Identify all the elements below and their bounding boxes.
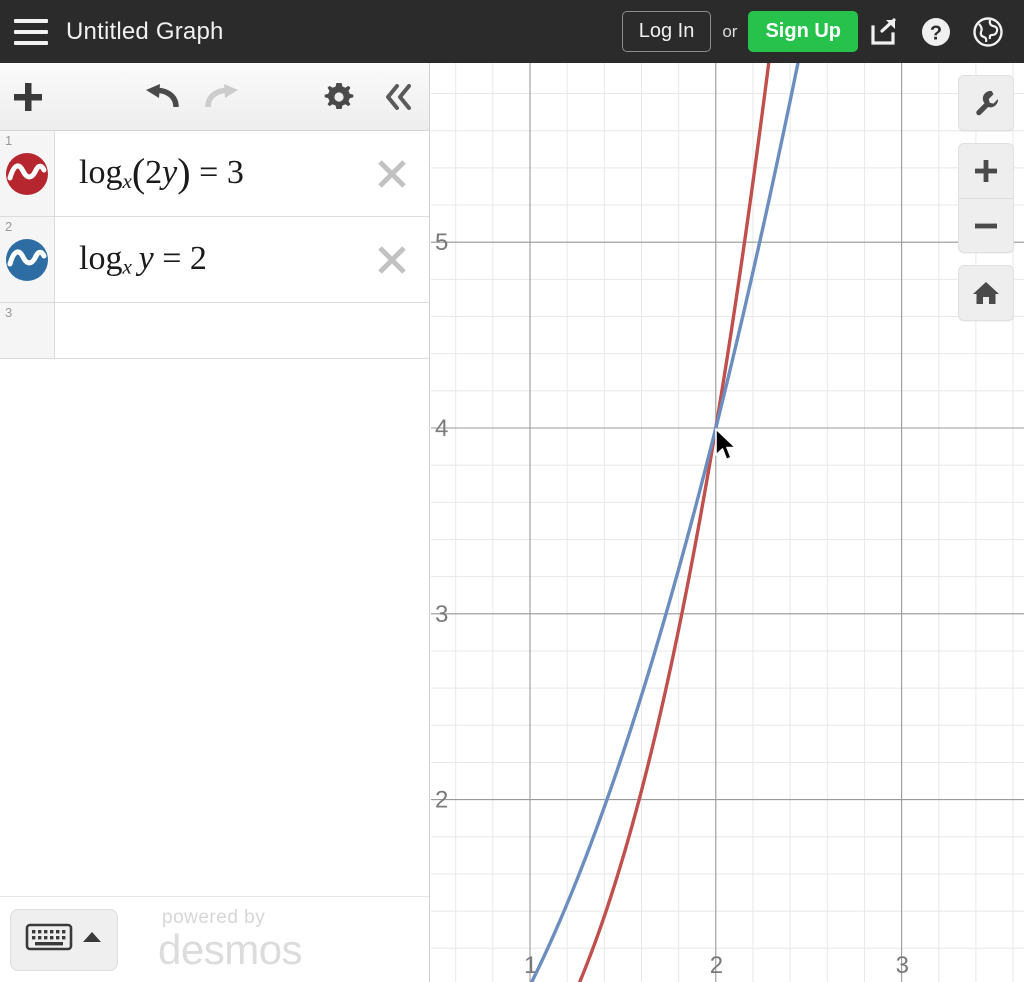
header-actions: Log In or Sign Up ? (621, 6, 1024, 58)
or-label: or (722, 21, 738, 41)
expression-sidebar: 1 logx(2y) = 3 2 logx y = 2 3 powered by… (0, 63, 430, 982)
zoom-in-button[interactable] (959, 144, 1013, 198)
help-icon[interactable]: ? (910, 6, 962, 58)
page-title: Untitled Graph (66, 17, 224, 45)
keyboard-icon (25, 921, 73, 958)
add-expression-button[interactable] (0, 63, 56, 131)
brand-name-label: desmos (158, 926, 303, 973)
expression-gutter-3: 3 (0, 303, 55, 358)
zoom-out-button[interactable] (959, 198, 1013, 252)
wrench-icon[interactable] (959, 76, 1013, 130)
expression-list: 1 logx(2y) = 3 2 logx y = 2 3 (0, 131, 429, 359)
desmos-calculator-app: Untitled Graph Log In or Sign Up ? 1 log… (0, 0, 1024, 982)
expression-index: 1 (5, 133, 13, 148)
y-axis-tick-label: 4 (435, 415, 448, 442)
y-axis-tick-label: 3 (435, 601, 448, 628)
home-control-group (958, 265, 1014, 321)
x-axis-tick-label: 2 (710, 952, 723, 979)
sidebar-footer: powered by desmos (0, 896, 429, 982)
toolbar-right-group (309, 63, 429, 131)
expression-index: 2 (5, 219, 13, 234)
expression-gutter-1: 1 (0, 131, 55, 216)
x-axis-tick-label: 3 (896, 952, 909, 979)
gear-icon[interactable] (309, 63, 369, 131)
expression-color-icon-2[interactable] (5, 238, 49, 282)
keypad-toggle-button[interactable] (10, 908, 118, 971)
home-icon[interactable] (959, 266, 1013, 320)
graph-curve-2 (529, 63, 800, 982)
y-axis-tick-label: 2 (435, 787, 448, 814)
zoom-controls-group (958, 143, 1014, 253)
expression-row-3[interactable]: 3 (0, 303, 429, 359)
login-button[interactable]: Log In (621, 11, 712, 52)
expression-input-3[interactable] (55, 303, 429, 358)
share-icon[interactable] (858, 6, 910, 58)
undo-arrow-icon[interactable] (132, 63, 192, 131)
expression-row-2[interactable]: 2 logx y = 2 (0, 217, 429, 303)
graph-canvas[interactable]: 2345123 (431, 63, 1024, 982)
graph-settings-group (958, 75, 1014, 131)
hamburger-menu-icon[interactable] (14, 18, 48, 45)
graph-plot: 23451 2 3 (431, 63, 1024, 982)
desmos-branding: powered by desmos (158, 907, 303, 973)
delete-expression-button-1[interactable] (375, 157, 409, 191)
expression-math-1: logx(2y) = 3 (79, 150, 244, 196)
brand-powered-label: powered by (162, 907, 266, 928)
svg-text:?: ? (930, 22, 942, 44)
globe-icon[interactable] (962, 6, 1014, 58)
expression-row-1[interactable]: 1 logx(2y) = 3 (0, 131, 429, 217)
app-header: Untitled Graph Log In or Sign Up ? (0, 0, 1024, 63)
expression-math-2: logx y = 2 (79, 239, 207, 279)
expression-gutter-2: 2 (0, 217, 55, 302)
graph-control-panel (958, 75, 1014, 333)
expression-input-2[interactable]: logx y = 2 (55, 217, 429, 302)
expression-index: 3 (5, 305, 13, 320)
signup-button[interactable]: Sign Up (748, 11, 858, 52)
expression-toolbar (0, 63, 429, 131)
graph-curve-1 (577, 63, 771, 982)
y-axis-tick-label: 5 (435, 229, 448, 256)
caret-up-icon (81, 930, 103, 949)
collapse-sidebar-button[interactable] (369, 63, 429, 131)
expression-input-1[interactable]: logx(2y) = 3 (55, 131, 429, 216)
delete-expression-button-2[interactable] (375, 243, 409, 277)
redo-arrow-icon[interactable] (192, 63, 252, 131)
expression-color-icon-1[interactable] (5, 152, 49, 196)
